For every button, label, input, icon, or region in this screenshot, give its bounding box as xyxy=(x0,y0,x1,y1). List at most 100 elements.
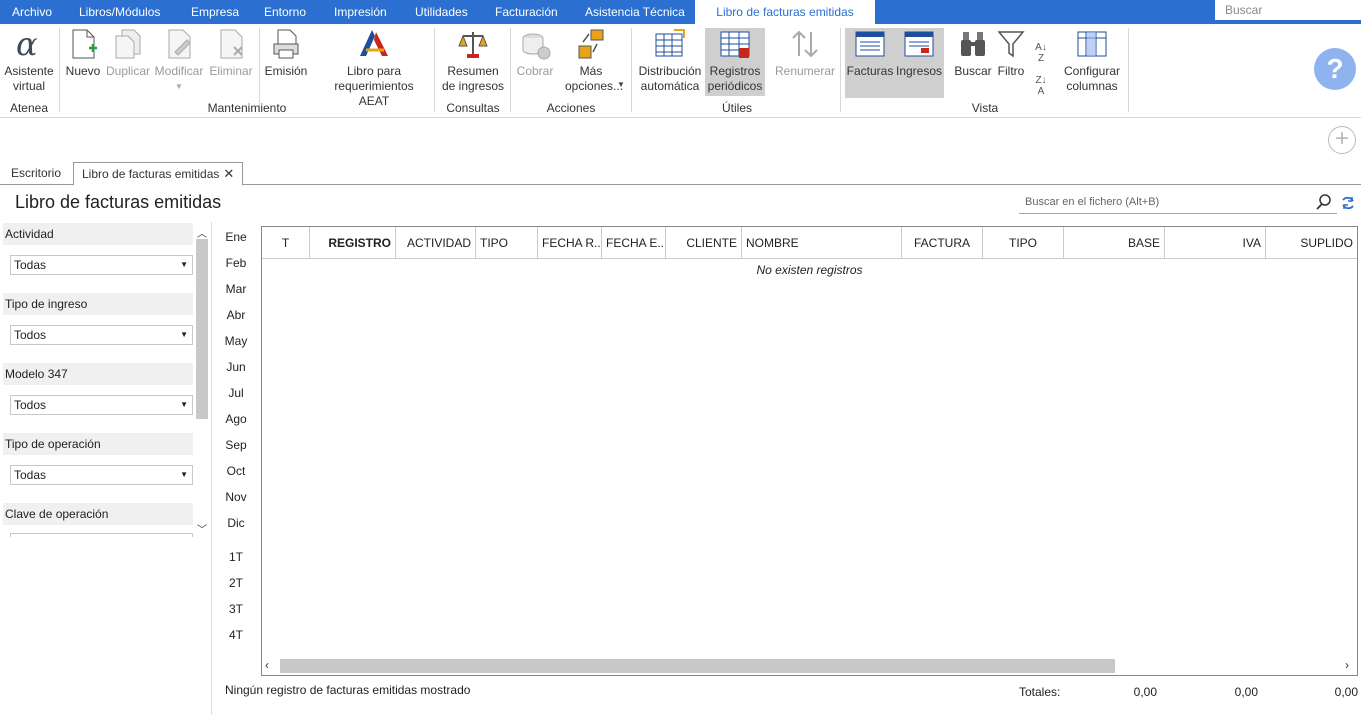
month-oct[interactable]: Oct xyxy=(220,464,252,478)
ribbon-separator xyxy=(434,28,435,112)
renumerar-label: Renumerar xyxy=(774,64,836,78)
cobrar-button[interactable]: Cobrar xyxy=(515,28,555,79)
col-base[interactable]: BASE xyxy=(1064,227,1165,259)
chevron-down-icon: ▼ xyxy=(617,80,625,89)
close-icon[interactable]: ✕ xyxy=(223,166,234,181)
chevron-down-icon: ▼ xyxy=(180,330,188,339)
resumen-ingresos-button[interactable]: Resumen de ingresos xyxy=(440,28,506,94)
col-t[interactable]: T xyxy=(262,227,310,259)
mas-opciones-button[interactable]: Más opciones... xyxy=(557,28,625,94)
quarter-4t[interactable]: 4T xyxy=(220,628,252,642)
sort-arrows-icon xyxy=(789,28,821,60)
filter-tipo-ingreso-select[interactable]: Todos ▼ xyxy=(10,325,193,345)
facturas-view-button[interactable]: Facturas xyxy=(846,28,894,79)
asistente-virtual-button[interactable]: α Asistente virtual xyxy=(3,25,55,94)
filter-modelo-347-select[interactable]: Todos ▼ xyxy=(10,395,193,415)
menu-libros-modulos[interactable]: Libros/Módulos xyxy=(79,0,160,24)
quarter-2t[interactable]: 2T xyxy=(220,576,252,590)
filter-tipo-ingreso-value: Todos xyxy=(14,328,47,342)
filtro-label: Filtro xyxy=(997,64,1025,78)
col-actividad[interactable]: ACTIVIDAD xyxy=(396,227,476,259)
col-registro[interactable]: REGISTRO xyxy=(310,227,396,259)
chevron-down-icon[interactable]: ﹀ xyxy=(197,521,207,536)
quarter-1t[interactable]: 1T xyxy=(220,550,252,564)
month-nov[interactable]: Nov xyxy=(220,490,252,504)
month-feb[interactable]: Feb xyxy=(220,256,252,270)
menu-facturacion[interactable]: Facturación xyxy=(495,0,558,24)
col-fecha-e[interactable]: FECHA E... xyxy=(602,227,666,259)
emision-button[interactable]: Emisión xyxy=(263,28,309,79)
menu-utilidades[interactable]: Utilidades xyxy=(415,0,468,24)
month-sep[interactable]: Sep xyxy=(220,438,252,452)
ribbon-separator xyxy=(1128,28,1129,112)
menu-impresion[interactable]: Impresión xyxy=(334,0,387,24)
filter-tipo-operacion-select[interactable]: Todas ▼ xyxy=(10,465,193,485)
search-icon[interactable] xyxy=(1316,194,1332,213)
col-fecha-r[interactable]: FECHA R... xyxy=(538,227,602,259)
scrollbar-thumb[interactable] xyxy=(280,659,1115,673)
month-jun[interactable]: Jun xyxy=(220,360,252,374)
modificar-button[interactable]: Modificar ▼ xyxy=(153,28,205,94)
col-nombre[interactable]: NOMBRE xyxy=(742,227,902,259)
filter-actividad-select[interactable]: Todas ▼ xyxy=(10,255,193,275)
eliminar-button[interactable]: Eliminar xyxy=(208,28,254,79)
menu-empresa[interactable]: Empresa xyxy=(191,0,239,24)
month-ene[interactable]: Ene xyxy=(220,230,252,244)
invoice-list-icon xyxy=(854,28,886,60)
global-search-input[interactable]: Buscar xyxy=(1215,0,1361,20)
registros-periodicos-button[interactable]: Registros periódicos xyxy=(705,28,765,96)
ingresos-view-button[interactable]: Ingresos xyxy=(895,28,943,79)
group-acciones: Acciones xyxy=(546,101,596,115)
menu-asistencia-tecnica[interactable]: Asistencia Técnica xyxy=(585,0,685,24)
filter-clave-operacion-select[interactable] xyxy=(10,533,193,537)
tab-libro-facturas-emitidas[interactable]: Libro de facturas emitidas ✕ xyxy=(73,162,244,186)
chevron-right-icon[interactable]: › xyxy=(1345,658,1349,672)
month-ago[interactable]: Ago xyxy=(220,412,252,426)
distribucion-automatica-button[interactable]: Distribución automática xyxy=(637,28,703,94)
month-dic[interactable]: Dic xyxy=(220,516,252,530)
ribbon-separator xyxy=(840,28,841,112)
sort-az-button[interactable]: A↓ Z Z↓ A xyxy=(1030,28,1052,97)
col-iva[interactable]: IVA xyxy=(1165,227,1266,259)
menu-archivo[interactable]: Archivo xyxy=(12,0,52,24)
resumen-ingresos-label: Resumen de ingresos xyxy=(441,64,505,93)
col-factura[interactable]: FACTURA xyxy=(902,227,983,259)
tab-escritorio[interactable]: Escritorio xyxy=(3,162,69,185)
renumerar-button[interactable]: Renumerar xyxy=(774,28,836,79)
grid-horizontal-scrollbar[interactable]: ‹ › xyxy=(262,657,1357,675)
buscar-button[interactable]: Buscar xyxy=(952,28,994,79)
filter-scrollbar[interactable]: ︿ ﹀ xyxy=(195,225,209,536)
asistente-virtual-label: Asistente virtual xyxy=(4,64,54,93)
col-tipo[interactable]: TIPO xyxy=(476,227,538,259)
nuevo-button[interactable]: Nuevo xyxy=(64,28,102,79)
col-suplido[interactable]: SUPLIDO xyxy=(1266,227,1357,259)
help-icon[interactable]: ? xyxy=(1314,48,1356,90)
month-jul[interactable]: Jul xyxy=(220,386,252,400)
menu-entorno[interactable]: Entorno xyxy=(264,0,306,24)
tab-escritorio-label: Escritorio xyxy=(11,166,62,180)
modificar-label: Modificar xyxy=(154,64,204,78)
file-search-input[interactable]: Buscar en el fichero (Alt+B) xyxy=(1019,192,1337,214)
scrollbar-thumb[interactable] xyxy=(196,239,208,419)
group-atenea: Atenea xyxy=(9,101,49,115)
col-cliente[interactable]: CLIENTE xyxy=(666,227,742,259)
menu-libro-facturas-emitidas[interactable]: Libro de facturas emitidas xyxy=(695,0,875,26)
month-may[interactable]: May xyxy=(220,334,252,348)
configurar-columnas-button[interactable]: Configurar columnas xyxy=(1060,28,1124,94)
month-mar[interactable]: Mar xyxy=(220,282,252,296)
columns-config-icon xyxy=(1076,28,1108,60)
refresh-icon[interactable] xyxy=(1340,195,1356,214)
filtro-button[interactable]: Filtro xyxy=(995,28,1027,79)
add-tab-icon[interactable]: + xyxy=(1328,126,1356,154)
duplicar-button[interactable]: Duplicar xyxy=(104,28,152,79)
filter-clave-operacion-label: Clave de operación xyxy=(3,503,193,525)
duplicar-label: Duplicar xyxy=(105,64,150,78)
month-abr[interactable]: Abr xyxy=(220,308,252,322)
libro-requerimientos-aeat-button[interactable]: Libro para requerimientos AEAT xyxy=(318,28,430,109)
quarter-3t[interactable]: 3T xyxy=(220,602,252,616)
group-vista: Vista xyxy=(971,101,999,115)
chevron-left-icon[interactable]: ‹ xyxy=(265,658,269,672)
chevron-up-icon[interactable]: ︿ xyxy=(197,225,207,240)
eliminar-label: Eliminar xyxy=(209,64,253,78)
col-tipo-2[interactable]: TIPO xyxy=(983,227,1064,259)
